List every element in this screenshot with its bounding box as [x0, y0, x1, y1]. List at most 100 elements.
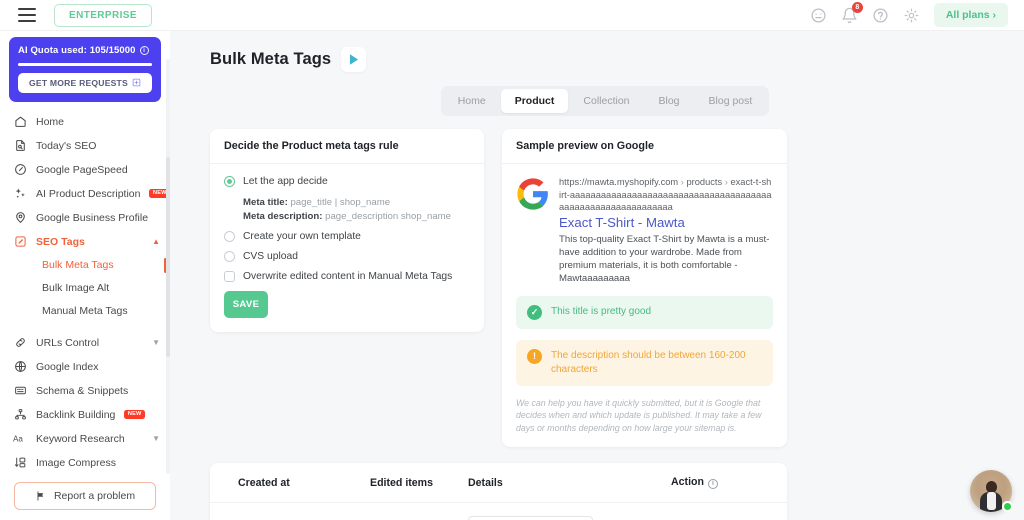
globe-icon	[13, 360, 27, 374]
option-let-the-app-decide[interactable]: Let the app decide	[224, 175, 470, 188]
info-icon[interactable]: i	[139, 46, 149, 55]
details-template-chip: Create your own template	[468, 516, 594, 520]
google-result-description: This top-quality Exact T-Shirt by Mawta …	[559, 233, 770, 284]
sidebar: AI Quota used: 105/15000 i GET MORE REQU…	[0, 31, 170, 520]
chevron-down-icon[interactable]: ▼	[152, 434, 160, 443]
sidebar-item-schema-snippets[interactable]: Schema & Snippets	[0, 379, 170, 403]
meta-description-template: Meta description: page_description shop_…	[243, 211, 451, 222]
sort-compress-icon	[13, 456, 27, 470]
chevron-down-icon[interactable]: ▼	[152, 338, 160, 347]
play-icon[interactable]	[341, 47, 367, 72]
result-crumb-1: products	[686, 177, 723, 187]
sidebar-subitem-label: Bulk Meta Tags	[42, 259, 114, 271]
tab-home[interactable]: Home	[444, 89, 500, 113]
document-search-icon	[13, 139, 27, 153]
option-cvs-upload[interactable]: CVS upload	[224, 250, 470, 263]
chevron-up-icon[interactable]: ▲	[152, 237, 160, 246]
all-plans-button[interactable]: All plans ›	[933, 3, 1008, 27]
report-problem-button[interactable]: Report a problem	[14, 482, 156, 510]
sidebar-item-image-compress[interactable]: Image Compress	[0, 451, 170, 475]
svg-text:Aa: Aa	[13, 435, 23, 444]
font-size-icon: Aa	[13, 432, 27, 446]
hamburger-icon[interactable]	[18, 8, 36, 22]
exclamation-circle-icon: !	[527, 348, 542, 364]
meta-tags-rule-card: Decide the Product meta tags rule Let th…	[210, 129, 484, 332]
google-result-title[interactable]: Exact T-Shirt - Mawta	[559, 215, 773, 231]
google-result: https://mawta.myshopify.com › products ›…	[516, 176, 773, 285]
sidebar-item-label: Google PageSpeed	[36, 163, 128, 176]
template-preview-lines: Meta title: page_title | shop_name Meta …	[224, 195, 470, 230]
sidebar-scroll-area: AI Quota used: 105/15000 i GET MORE REQU…	[0, 31, 170, 474]
smiley-icon[interactable]	[810, 7, 827, 24]
sidebar-item-google-business-profile[interactable]: Google Business Profile	[0, 206, 170, 230]
column-header-details: Details	[468, 476, 503, 489]
sidebar-nav-list: Home Today's SEO Google PageSpeed AI Pro…	[0, 110, 170, 475]
sidebar-item-label: Google Business Profile	[36, 211, 149, 224]
meta-description-key: Meta description	[243, 211, 320, 222]
save-button[interactable]: SAVE	[224, 291, 268, 318]
option-overwrite-edited-content[interactable]: Overwrite edited content in Manual Meta …	[224, 270, 470, 283]
sidebar-item-urls-control[interactable]: URLs Control ▼	[0, 331, 170, 355]
snippet-icon	[13, 384, 27, 398]
tab-collection[interactable]: Collection	[569, 89, 643, 113]
sidebar-item-bulk-meta-tags[interactable]: Bulk Meta Tags	[0, 254, 170, 277]
speedometer-icon	[13, 163, 27, 177]
checkbox-overwrite-edited-content[interactable]	[224, 271, 235, 282]
help-icon[interactable]	[872, 7, 889, 24]
ai-quota-label-row: AI Quota used: 105/15000 i	[18, 45, 152, 56]
sidebar-item-label: URLs Control	[36, 336, 100, 349]
cards-row: Decide the Product meta tags rule Let th…	[210, 129, 1000, 447]
play-triangle-icon	[349, 54, 358, 65]
tab-blog[interactable]: Blog	[645, 89, 694, 113]
preview-card-header: Sample preview on Google	[502, 129, 787, 164]
radio-create-your-own-template[interactable]	[224, 231, 235, 242]
title-status-text: This title is pretty good	[551, 306, 652, 317]
history-table: Created at Edited items Details Action i …	[210, 463, 787, 520]
table-row[interactable]: 3:04AM | Oct 27, 2023 Home page Create y…	[210, 503, 787, 520]
table-header-row: Created at Edited items Details Action i	[210, 463, 787, 503]
option-create-your-own-template[interactable]: Create your own template	[224, 230, 470, 243]
sidebar-item-label: Image Compress	[36, 456, 116, 469]
sidebar-item-bulk-image-alt[interactable]: Bulk Image Alt	[0, 277, 170, 300]
sidebar-item-backlink-building[interactable]: Backlink Building NEW	[0, 403, 170, 427]
new-badge: NEW	[124, 409, 146, 420]
radio-let-the-app-decide[interactable]	[224, 176, 235, 187]
sidebar-item-label: SEO Tags	[36, 235, 85, 248]
google-preview-card: Sample preview on Google https://mawta.m…	[502, 129, 787, 447]
get-more-requests-button[interactable]: GET MORE REQUESTS	[18, 72, 152, 93]
main-inner: Bulk Meta Tags Home Product Collection B…	[170, 31, 1024, 520]
top-bar: ENTERPRISE 8 All plans ›	[0, 0, 1024, 31]
google-result-text: https://mawta.myshopify.com › products ›…	[559, 176, 773, 285]
sidebar-item-home[interactable]: Home	[0, 110, 170, 134]
sidebar-item-label: Home	[36, 115, 65, 128]
ai-quota-progress-bar	[18, 63, 152, 66]
sidebar-subitem-label: Manual Meta Tags	[42, 305, 128, 317]
column-header-action-label: Action	[671, 476, 704, 489]
bell-icon[interactable]: 8	[841, 1, 863, 24]
page-title: Bulk Meta Tags	[210, 50, 332, 68]
info-icon[interactable]: i	[707, 478, 718, 489]
google-result-url: https://mawta.myshopify.com › products ›…	[559, 177, 772, 212]
sidebar-item-seo-tags[interactable]: SEO Tags ▲	[0, 230, 170, 254]
ai-quota-card: AI Quota used: 105/15000 i GET MORE REQU…	[9, 37, 161, 102]
submission-note: We can help you have it quickly submitte…	[516, 397, 762, 433]
enterprise-plan-badge[interactable]: ENTERPRISE	[54, 3, 152, 27]
report-problem-container: Report a problem	[0, 474, 170, 520]
sidebar-item-google-index[interactable]: Google Index	[0, 355, 170, 379]
gear-icon[interactable]	[903, 7, 920, 24]
sidebar-item-keyword-research[interactable]: Aa Keyword Research ▼	[0, 427, 170, 451]
notification-badge: 8	[851, 1, 863, 13]
column-header-created-at: Created at	[238, 476, 290, 489]
sidebar-item-todays-seo[interactable]: Today's SEO	[0, 134, 170, 158]
sidebar-item-ai-product-description[interactable]: AI Product Description NEW	[0, 182, 170, 206]
sidebar-item-manual-meta-tags[interactable]: Manual Meta Tags	[0, 300, 170, 323]
home-icon	[13, 115, 27, 129]
tab-blog-post[interactable]: Blog post	[695, 89, 767, 113]
ai-quota-label: AI Quota used: 105/15000	[18, 45, 136, 56]
radio-cvs-upload[interactable]	[224, 251, 235, 262]
rule-card-header: Decide the Product meta tags rule	[210, 129, 484, 164]
tab-product[interactable]: Product	[500, 89, 569, 113]
page-header: Bulk Meta Tags	[210, 47, 1000, 72]
sidebar-item-google-pagespeed[interactable]: Google PageSpeed	[0, 158, 170, 182]
online-status-dot	[1002, 501, 1013, 512]
